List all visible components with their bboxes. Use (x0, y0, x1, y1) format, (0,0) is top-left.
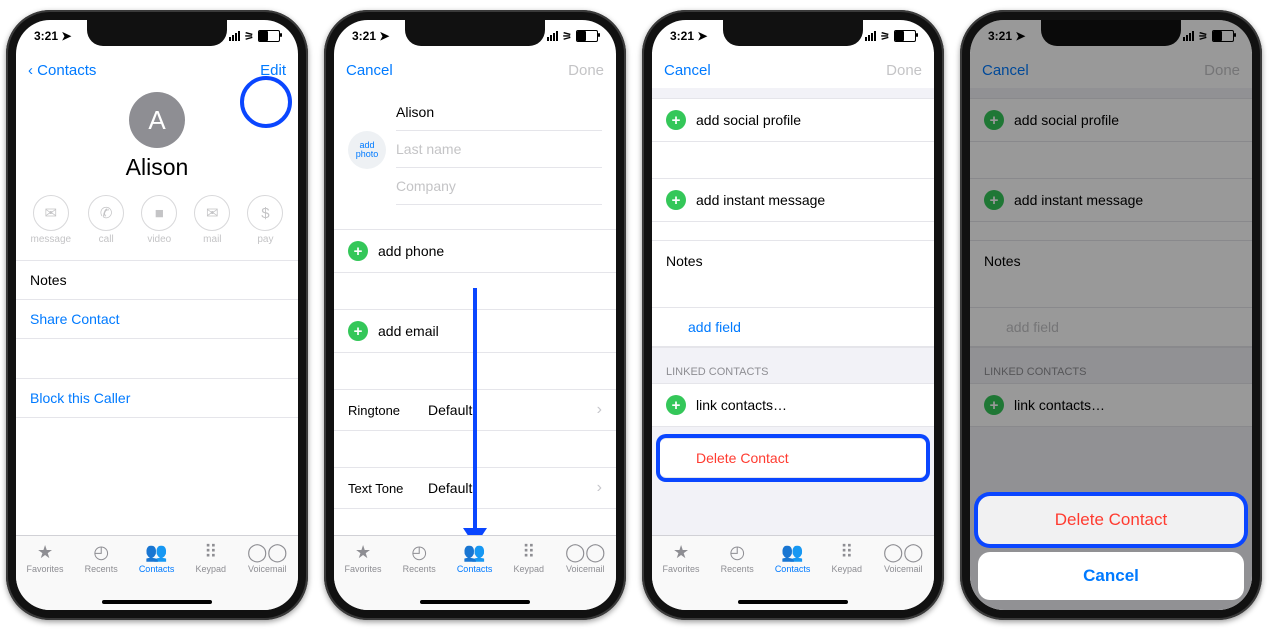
phone-2-edit-top: 3:21 ➤ ⚞ Cancel Done add photo Alison La… (324, 10, 626, 620)
notes-row[interactable]: Notes (16, 260, 298, 300)
tab-bar: ★Favorites ◴Recents 👥Contacts ⠿Keypad ◯◯… (652, 535, 934, 610)
edit-button[interactable]: Edit (260, 62, 286, 79)
location-icon: ➤ (379, 29, 389, 43)
pay-icon: $ (247, 195, 283, 231)
plus-icon: + (666, 395, 686, 415)
scroll-down-arrow (463, 288, 487, 535)
quick-actions: ✉︎message ✆call ■video ✉︎mail $pay (16, 189, 298, 247)
mail-action[interactable]: ✉︎mail (194, 195, 230, 245)
phone-4-action-sheet: 3:21 ➤ ⚞ Cancel Done + add social profil… (960, 10, 1262, 620)
location-icon: ➤ (61, 29, 71, 43)
star-icon: ★ (663, 540, 700, 564)
cancel-button[interactable]: Cancel (346, 62, 393, 79)
wifi-icon: ⚞ (880, 30, 890, 43)
nav-bar: Cancel Done (334, 52, 616, 88)
link-contacts-row[interactable]: + link contacts… (652, 383, 934, 427)
add-im-row[interactable]: + add instant message (652, 178, 934, 222)
contact-name: Alison (16, 154, 298, 181)
cellular-icon (865, 31, 876, 41)
company-field[interactable]: Company (396, 168, 602, 205)
action-sheet: Delete Contact Cancel (978, 496, 1244, 600)
clock-icon: ◴ (721, 540, 754, 564)
location-icon: ➤ (697, 29, 707, 43)
star-icon: ★ (27, 540, 64, 564)
contacts-icon: 👥 (139, 540, 175, 564)
cellular-icon (229, 31, 240, 41)
status-bar: 3:21 ➤ ⚞ (16, 20, 298, 52)
keypad-icon: ⠿ (513, 540, 544, 564)
home-indicator[interactable] (102, 600, 212, 604)
avatar: A (129, 92, 185, 148)
share-contact-row[interactable]: Share Contact (16, 299, 298, 339)
message-action[interactable]: ✉︎message (31, 195, 72, 245)
add-phone-row[interactable]: + add phone (334, 229, 616, 273)
done-button: Done (886, 62, 922, 79)
add-field-row[interactable]: add field (652, 307, 934, 347)
wifi-icon: ⚞ (562, 30, 572, 43)
mail-icon: ✉︎ (194, 195, 230, 231)
contacts-icon: 👥 (457, 540, 493, 564)
first-name-field[interactable]: Alison (396, 94, 602, 131)
pay-action[interactable]: $pay (247, 195, 283, 245)
tab-favorites[interactable]: ★Favorites (27, 540, 64, 610)
tab-favorites[interactable]: ★Favorites (663, 540, 700, 610)
message-icon: ✉︎ (33, 195, 69, 231)
voicemail-icon: ◯◯ (247, 540, 287, 564)
tab-voicemail[interactable]: ◯◯Voicemail (565, 540, 605, 610)
clock-icon: ◴ (85, 540, 118, 564)
nav-bar: Cancel Done (652, 52, 934, 88)
phone-3-edit-bottom: 3:21 ➤ ⚞ Cancel Done + add social profil… (642, 10, 944, 620)
sheet-delete-button[interactable]: Delete Contact (978, 496, 1244, 544)
home-indicator[interactable] (738, 600, 848, 604)
cellular-icon (547, 31, 558, 41)
home-indicator[interactable] (420, 600, 530, 604)
clock-icon: ◴ (403, 540, 436, 564)
phone-icon: ✆ (88, 195, 124, 231)
tab-favorites[interactable]: ★Favorites (345, 540, 382, 610)
battery-icon (576, 30, 598, 42)
status-bar: 3:21 ➤ ⚞ (652, 20, 934, 52)
chevron-right-icon: › (597, 401, 602, 419)
tab-voicemail[interactable]: ◯◯Voicemail (247, 540, 287, 610)
add-photo-button[interactable]: add photo (348, 131, 386, 169)
keypad-icon: ⠿ (195, 540, 226, 564)
plus-icon: + (666, 190, 686, 210)
phone-1-contact-view: 3:21 ➤ ⚞ ‹ Contacts Edit A Alison ✉︎mess… (6, 10, 308, 620)
add-social-row[interactable]: + add social profile (652, 98, 934, 142)
battery-icon (894, 30, 916, 42)
tab-bar: ★Favorites ◴Recents 👥Contacts ⠿Keypad ◯◯… (334, 535, 616, 610)
plus-icon: + (348, 241, 368, 261)
block-caller-row[interactable]: Block this Caller (16, 378, 298, 418)
notes-field[interactable]: Notes (652, 240, 934, 308)
plus-icon: + (348, 321, 368, 341)
cancel-button[interactable]: Cancel (664, 62, 711, 79)
video-action[interactable]: ■video (141, 195, 177, 245)
plus-icon: + (666, 110, 686, 130)
delete-contact-row[interactable]: Delete Contact (660, 438, 926, 478)
sheet-cancel-button[interactable]: Cancel (978, 552, 1244, 600)
battery-icon (258, 30, 280, 42)
contacts-icon: 👥 (775, 540, 811, 564)
voicemail-icon: ◯◯ (883, 540, 923, 564)
linked-contacts-header: LINKED CONTACTS (652, 347, 934, 384)
call-action[interactable]: ✆call (88, 195, 124, 245)
last-name-field[interactable]: Last name (396, 131, 602, 168)
status-bar: 3:21 ➤ ⚞ (334, 20, 616, 52)
keypad-icon: ⠿ (831, 540, 862, 564)
chevron-right-icon: › (597, 479, 602, 497)
nav-bar: ‹ Contacts Edit (16, 52, 298, 88)
wifi-icon: ⚞ (244, 30, 254, 43)
tab-voicemail[interactable]: ◯◯Voicemail (883, 540, 923, 610)
video-icon: ■ (141, 195, 177, 231)
back-button[interactable]: ‹ Contacts (28, 62, 96, 79)
done-button: Done (568, 62, 604, 79)
voicemail-icon: ◯◯ (565, 540, 605, 564)
tab-bar: ★Favorites ◴Recents 👥Contacts ⠿Keypad ◯◯… (16, 535, 298, 610)
star-icon: ★ (345, 540, 382, 564)
